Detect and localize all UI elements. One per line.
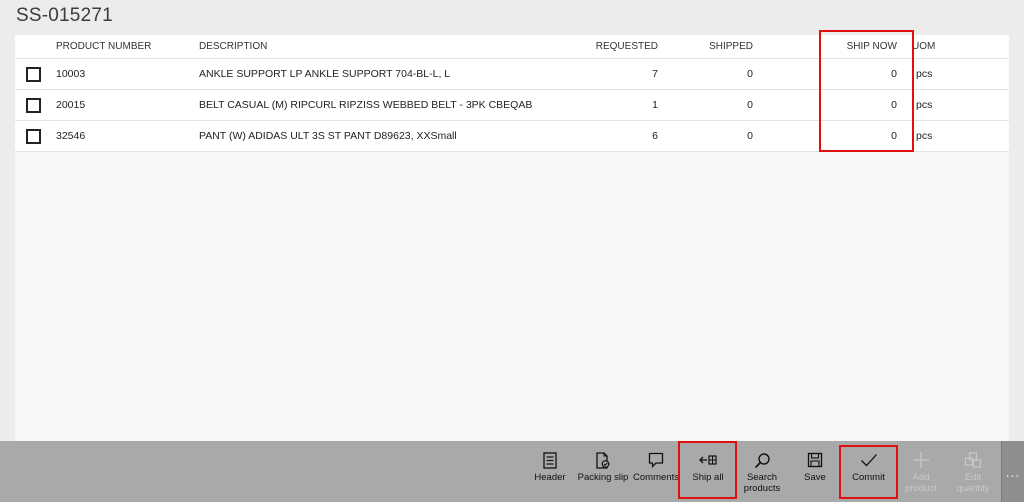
comments-icon [648,451,664,469]
row-select-checkbox[interactable] [25,97,41,113]
row-checkbox-cell [24,121,42,151]
description-cell: PANT (W) ADIDAS ULT 3S ST PANT D89623, X… [199,130,457,142]
requested-cell: 7 [652,68,658,80]
row-checkbox-cell [24,90,42,120]
shipped-cell: 0 [747,130,753,142]
header-button[interactable]: Header [533,441,567,502]
comments-button-label: Comments [633,472,679,483]
ship-all-icon [699,451,717,469]
edit-quantity-button[interactable]: Edit quantity [950,441,996,502]
row-checkbox-cell [24,59,42,89]
ship-now-cell[interactable]: 0 [815,121,897,151]
uom-value: pcs [912,121,932,151]
column-header-uom[interactable]: UOM [912,35,972,58]
add-product-button-label: Add product [905,472,937,494]
table-row[interactable]: 32546 PANT (W) ADIDAS ULT 3S ST PANT D89… [15,121,1009,152]
more-icon: ... [1005,463,1021,480]
column-header-ship-now[interactable]: SHIP NOW [815,35,897,58]
page-title: SS-015271 [16,5,113,26]
row-select-checkbox[interactable] [25,128,41,144]
ship-all-button-label: Ship all [692,472,724,483]
product-number-cell: 20015 [56,99,86,111]
column-header-shipped[interactable]: SHIPPED [705,35,753,58]
save-button[interactable]: Save [795,441,835,502]
packing-slip-button-label: Packing slip [577,472,629,483]
edit-quantity-icon [964,451,982,469]
plus-icon [912,451,930,469]
uom-cell: pcs [912,59,972,89]
column-header-product-number[interactable]: PRODUCT NUMBER [56,35,186,58]
edit-quantity-button-label: Edit quantity [956,472,990,494]
uom-cell: pcs [912,121,972,151]
uom-value: pcs [912,59,932,89]
shipped-cell: 0 [747,99,753,111]
shipped-cell: 0 [747,68,753,80]
search-products-button-label: Search products [743,472,781,494]
commit-button[interactable]: Commit [842,441,895,502]
description-cell: BELT CASUAL (M) RIPCURL RIPZISS WEBBED B… [199,99,533,111]
product-number-cell: 10003 [56,68,86,80]
table-row[interactable]: 20015 BELT CASUAL (M) RIPCURL RIPZISS WE… [15,90,1009,121]
row-select-checkbox[interactable] [25,66,41,82]
uom-cell: pcs [912,90,972,120]
checkmark-icon [860,451,878,469]
ship-now-cell[interactable]: 0 [815,90,897,120]
ship-all-button[interactable]: Ship all [681,441,735,502]
save-button-label: Save [804,472,826,483]
ship-now-cell[interactable]: 0 [815,59,897,89]
header-button-label: Header [534,472,566,483]
more-options-button[interactable]: ... [1001,441,1024,502]
column-header-requested[interactable]: REQUESTED [575,35,658,58]
comments-button[interactable]: Comments [633,441,679,502]
add-product-button[interactable]: Add product [899,441,943,502]
search-products-button[interactable]: Search products [740,441,784,502]
requested-cell: 1 [652,99,658,111]
command-bar: Header Packing slip Comments Ship all Se [0,441,1024,502]
ship-order-page: SS-015271 PRODUCT NUMBER DESCRIPTION REQ… [0,0,1024,502]
requested-cell: 6 [652,130,658,142]
order-lines-grid: PRODUCT NUMBER DESCRIPTION REQUESTED SHI… [15,35,1009,441]
search-icon [754,451,771,469]
table-row[interactable]: 10003 ANKLE SUPPORT LP ANKLE SUPPORT 704… [15,59,1009,90]
packing-slip-button[interactable]: Packing slip [576,441,630,502]
uom-value: pcs [912,90,932,120]
product-number-cell: 32546 [56,130,86,142]
column-header-description[interactable]: DESCRIPTION [199,35,599,58]
description-cell: ANKLE SUPPORT LP ANKLE SUPPORT 704-BL-L,… [199,68,451,80]
grid-header: PRODUCT NUMBER DESCRIPTION REQUESTED SHI… [15,35,1009,59]
save-icon [807,451,823,469]
header-icon [543,451,557,469]
packing-slip-icon [595,451,611,469]
commit-button-label: Commit [852,472,885,483]
